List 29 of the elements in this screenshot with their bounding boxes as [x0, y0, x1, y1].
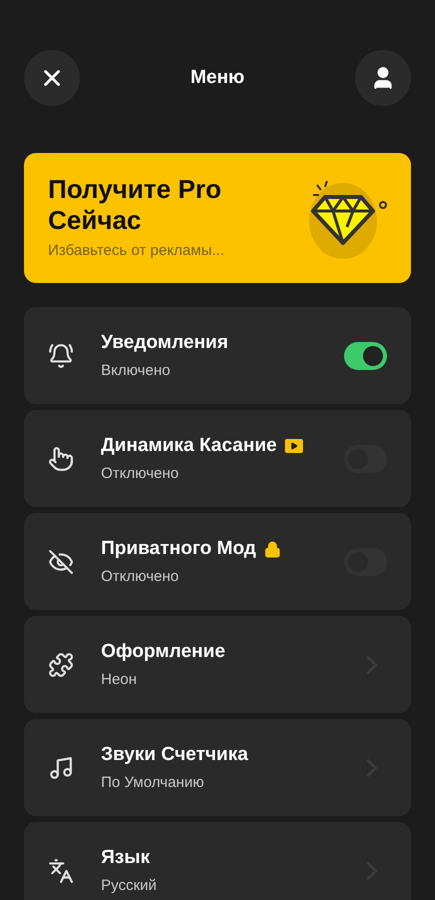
promo-subtitle: Избавьтесь от рекламы... [48, 240, 226, 261]
row-title: Звуки Счетчика [101, 743, 248, 767]
puzzle-icon [48, 652, 74, 678]
hand-pointer-icon [48, 446, 74, 472]
settings-row[interactable]: Уведомления Включено [24, 307, 411, 404]
settings-row[interactable]: Язык Русский [24, 822, 411, 900]
menu-title: Меню [190, 66, 245, 90]
row-title: Язык [101, 846, 150, 870]
translate-icon [48, 858, 74, 884]
music-note-icon [48, 754, 74, 780]
row-subtitle: Неон [101, 670, 138, 690]
row-subtitle: Отключено [101, 464, 180, 484]
row-subtitle: Отключено [101, 566, 180, 586]
row-subtitle: По Умолчанию [101, 772, 205, 792]
eye-off-icon [48, 548, 74, 574]
pro-banner[interactable]: Получите Pro Сейчас Избавьтесь от рекламы... [24, 153, 411, 283]
settings-row[interactable]: Звуки Счетчика По Умолчанию [24, 719, 411, 816]
bell-icon [48, 342, 74, 368]
row-title: Приватного Мод [101, 537, 256, 561]
row-title: Уведомления [101, 331, 228, 355]
row-subtitle: Включено [101, 360, 172, 380]
toggle-switch[interactable] [344, 342, 387, 370]
settings-row[interactable]: Динамика Касание Отключено [24, 410, 411, 507]
settings-row[interactable]: Приватного Мод Отключено [24, 513, 411, 610]
settings-row[interactable]: Оформление Неон [24, 616, 411, 713]
row-title: Динамика Касание [101, 434, 277, 458]
row-subtitle: Русский [101, 876, 158, 896]
row-title: Оформление [101, 640, 226, 664]
promo-title: Получите Pro Сейчас [48, 174, 222, 236]
